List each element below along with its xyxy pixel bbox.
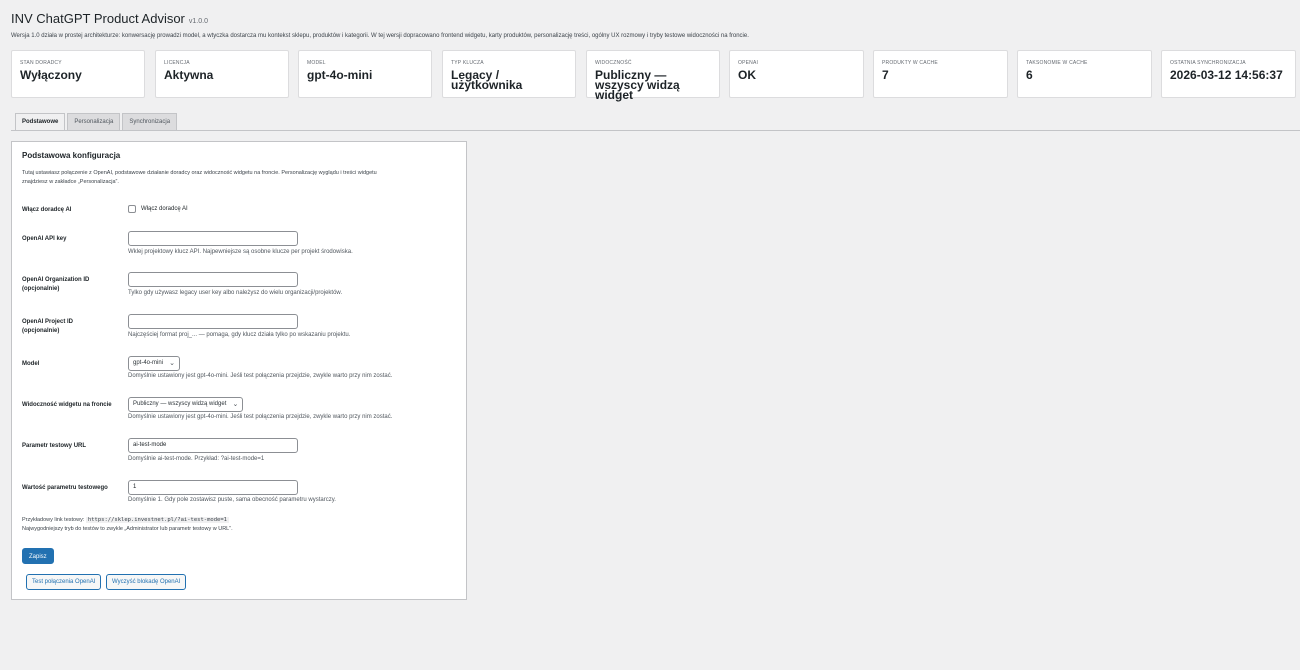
card-value: Publiczny — wszyscy widzą widget — [595, 68, 680, 102]
visibility-label: Widoczność widgetu na froncie — [22, 402, 112, 408]
settings-tabs: Podstawowe Personalizacja Synchronizacja — [15, 113, 178, 131]
card-value: 6 — [1026, 68, 1033, 82]
panel-title: Podstawowa konfiguracja — [22, 151, 121, 160]
visibility-select[interactable]: Publiczny — wszyscy widzą widget ⌄ — [128, 397, 244, 412]
test-value-input[interactable]: 1 — [128, 480, 298, 495]
card-label: Produkty w cache — [882, 60, 938, 66]
card-value: 2026-03-12 14:56:37 — [1170, 68, 1283, 82]
example-link-block: Przykładowy link testowy: https://sklep.… — [22, 516, 233, 534]
test-param-label: Parametr testowy URL — [22, 443, 87, 449]
project-id-help: Najczęściej format proj_... — pomaga, gd… — [128, 332, 351, 338]
card-key-type: Typ klucza Legacy / użytkownika — [442, 50, 576, 98]
card-value: gpt-4o-mini — [307, 68, 373, 82]
card-label: Taksonomie w cache — [1026, 60, 1088, 66]
test-param-help: Domyślnie ai-test-mode. Przykład: ?ai-te… — [128, 456, 265, 462]
card-label: Model — [307, 60, 326, 66]
settings-panel: Podstawowa konfiguracja Tutaj ustawiasz … — [11, 141, 467, 600]
tab-basic[interactable]: Podstawowe — [15, 113, 66, 131]
model-select-value: gpt-4o-mini — [133, 360, 164, 366]
card-model: Model gpt-4o-mini — [298, 50, 432, 98]
clear-lock-button[interactable]: Wyczyść blokadę OpenAI — [106, 574, 187, 590]
tab-synchronization[interactable]: Synchronizacja — [122, 113, 178, 131]
title-row: INV ChatGPT Product Advisor v1.0.0 — [11, 11, 208, 26]
page-description: Wersja 1.0 działa w prostej architekturz… — [11, 33, 749, 39]
card-label: Licencja — [164, 60, 190, 66]
tab-personalization[interactable]: Personalizacja — [67, 113, 121, 131]
model-help: Domyślnie ustawiony jest gpt-4o-mini. Je… — [128, 373, 393, 379]
card-value: Wyłączony — [20, 68, 82, 82]
api-key-label: OpenAI API key — [22, 236, 67, 242]
card-label: Widoczność — [595, 60, 632, 66]
card-products-cache: Produkty w cache 7 — [873, 50, 1008, 98]
card-value: OK — [738, 68, 756, 82]
chevron-down-icon: ⌄ — [169, 360, 176, 367]
save-button[interactable]: Zapisz — [22, 548, 54, 564]
card-label: Typ klucza — [451, 60, 484, 66]
test-value-label: Wartość parametru testowego — [22, 485, 108, 491]
chevron-down-icon: ⌄ — [232, 401, 239, 408]
card-visibility: Widoczność Publiczny — wszyscy widzą wid… — [586, 50, 720, 102]
test-value-help: Domyślnie 1. Gdy pole zostawisz puste, s… — [128, 497, 336, 503]
card-value: 7 — [882, 68, 889, 82]
example-link-label: Przykładowy link testowy: — [22, 517, 85, 523]
model-select[interactable]: gpt-4o-mini ⌄ — [128, 356, 181, 371]
api-key-help: Wklej projektowy klucz API. Najpewniejsz… — [128, 249, 353, 255]
status-cards: Stan doradcy Wyłączony Licencja Aktywna … — [11, 50, 1296, 102]
tabs-divider — [11, 130, 1300, 131]
card-advisor-state: Stan doradcy Wyłączony — [11, 50, 145, 98]
visibility-help: Domyślnie ustawiony jest gpt-4o-mini. Je… — [128, 414, 393, 420]
model-label: Model — [22, 361, 40, 367]
card-openai: OpenAI OK — [729, 50, 864, 98]
panel-intro: Tutaj ustawiasz połączenie z OpenAI, pod… — [22, 170, 377, 185]
example-note: Najwygodniejszy tryb do testów to zwykle… — [22, 526, 233, 532]
org-id-label: OpenAI Organization ID (opcjonalnie) — [22, 277, 90, 292]
enable-advisor-option[interactable]: Włącz doradcę AI — [128, 205, 188, 213]
card-last-sync: Ostatnia synchronizacja 2026-03-12 14:56… — [1161, 50, 1296, 98]
project-id-input[interactable] — [128, 314, 298, 329]
org-id-help: Tylko gdy używasz legacy user key albo n… — [128, 290, 343, 296]
enable-label: Włącz doradcę AI — [22, 207, 72, 213]
card-label: Ostatnia synchronizacja — [1170, 60, 1246, 66]
test-param-input[interactable]: ai-test-mode — [128, 438, 298, 453]
example-link-url: https://sklep.investnet.pl/?ai-test-mode… — [85, 517, 229, 523]
enable-advisor-checkbox[interactable] — [128, 205, 136, 213]
api-key-input[interactable] — [128, 231, 298, 246]
card-license: Licencja Aktywna — [155, 50, 289, 98]
test-connection-button[interactable]: Test połączenia OpenAI — [26, 574, 102, 590]
org-id-input[interactable] — [128, 272, 298, 287]
card-value: Legacy / użytkownika — [451, 68, 523, 92]
visibility-select-value: Publiczny — wszyscy widzą widget — [133, 401, 227, 407]
enable-advisor-checkbox-label[interactable]: Włącz doradcę AI — [141, 206, 188, 212]
version-label: v1.0.0 — [188, 18, 208, 25]
card-label: Stan doradcy — [20, 60, 62, 66]
card-taxonomies-cache: Taksonomie w cache 6 — [1017, 50, 1152, 98]
project-id-label: OpenAI Project ID (opcjonalnie) — [22, 319, 74, 334]
card-value: Aktywna — [164, 68, 214, 82]
page-title: INV ChatGPT Product Advisor — [11, 11, 185, 26]
card-label: OpenAI — [738, 60, 759, 66]
